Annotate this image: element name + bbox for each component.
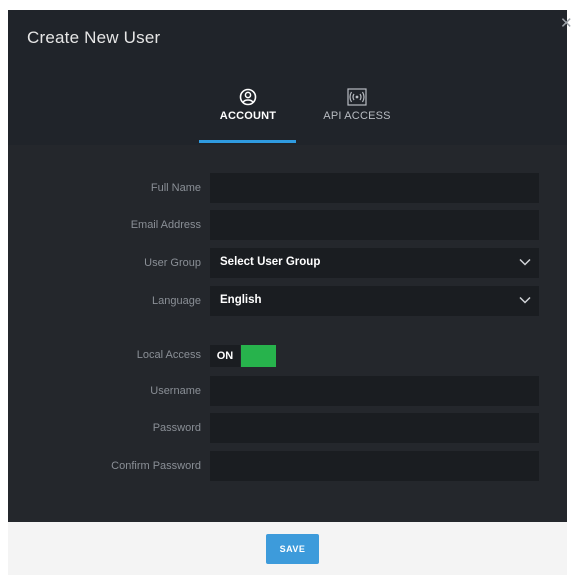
toggle-switch-on bbox=[241, 345, 276, 367]
language-label: Language bbox=[152, 295, 201, 307]
tab-account[interactable]: ACCOUNT bbox=[198, 88, 298, 122]
local-access-toggle[interactable]: ON bbox=[210, 345, 276, 367]
password-label: Password bbox=[152, 422, 201, 434]
dialog-title: Create New User bbox=[27, 28, 161, 47]
dialog-header: Create New User ✕ ACCOUNT API ACCESS bbox=[8, 10, 573, 145]
broadcast-icon bbox=[347, 88, 367, 106]
user-circle-icon bbox=[239, 88, 257, 106]
user-group-select[interactable]: Select User Group bbox=[210, 248, 539, 278]
create-user-dialog: Create New User ✕ ACCOUNT API ACCESS Ful… bbox=[8, 10, 573, 575]
full-name-label: Full Name bbox=[150, 182, 201, 194]
chevron-down-icon bbox=[519, 296, 531, 304]
active-tab-indicator bbox=[199, 140, 296, 143]
tab-api-access-label: API ACCESS bbox=[323, 110, 391, 122]
close-icon[interactable]: ✕ bbox=[560, 16, 573, 31]
row-email: Email Address bbox=[8, 210, 567, 240]
row-full-name: Full Name bbox=[8, 173, 567, 203]
row-language: Language English bbox=[8, 286, 567, 316]
local-access-label: Local Access bbox=[136, 349, 201, 361]
email-label: Email Address bbox=[130, 219, 201, 231]
language-value: English bbox=[220, 294, 262, 306]
confirm-password-input[interactable] bbox=[210, 451, 539, 481]
toggle-state-text: ON bbox=[210, 345, 240, 367]
username-input[interactable] bbox=[210, 376, 539, 406]
password-input[interactable] bbox=[210, 413, 539, 443]
confirm-password-label: Confirm Password bbox=[111, 460, 201, 472]
username-label: Username bbox=[150, 385, 201, 397]
row-local-access: Local Access ON bbox=[8, 343, 567, 373]
language-select[interactable]: English bbox=[210, 286, 539, 316]
user-group-value: Select User Group bbox=[220, 256, 321, 268]
tab-api-access[interactable]: API ACCESS bbox=[302, 88, 412, 122]
email-input[interactable] bbox=[210, 210, 539, 240]
tab-account-label: ACCOUNT bbox=[219, 110, 277, 122]
dialog-footer: SAVE bbox=[8, 522, 567, 575]
full-name-input[interactable] bbox=[210, 173, 539, 203]
chevron-down-icon bbox=[519, 258, 531, 266]
row-password: Password bbox=[8, 413, 567, 443]
save-button[interactable]: SAVE bbox=[266, 534, 319, 564]
row-confirm-password: Confirm Password bbox=[8, 451, 567, 481]
row-username: Username bbox=[8, 376, 567, 406]
user-group-label: User Group bbox=[144, 257, 201, 269]
row-user-group: User Group Select User Group bbox=[8, 248, 567, 278]
